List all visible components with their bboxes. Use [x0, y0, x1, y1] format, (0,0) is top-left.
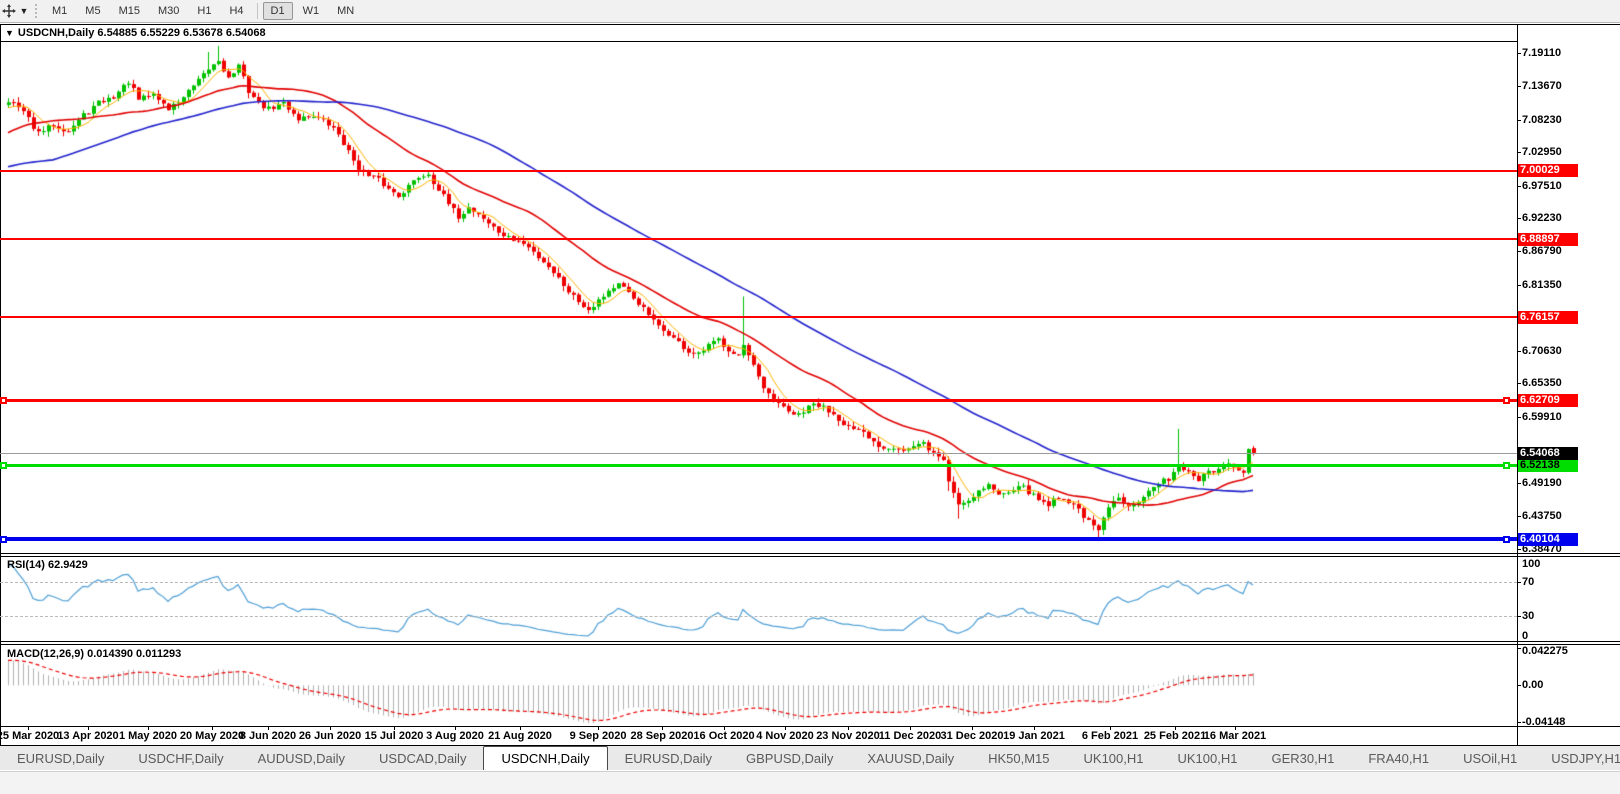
trading-terminal: ▼ M1M5M15M30H1H4D1W1MN ▼USDCNH,Daily 6.5… [0, 0, 1620, 794]
price-tag: 6.76157 [1518, 310, 1578, 324]
tab-audusd-daily[interactable]: AUDUSD,Daily [241, 748, 362, 770]
tab-uk100-h1[interactable]: UK100,H1 [1161, 748, 1255, 770]
tab-xauusd-daily[interactable]: XAUUSD,Daily [850, 748, 971, 770]
price-tag: 7.00029 [1518, 164, 1578, 177]
tab-usdcnh-daily[interactable]: USDCNH,Daily [483, 746, 608, 770]
macd-panel-top-border[interactable] [0, 644, 1620, 645]
line-handle-right[interactable] [1503, 396, 1510, 404]
price-axis-label: 7.13670 [1522, 80, 1562, 93]
price-axis-label: 6.43750 [1522, 510, 1562, 523]
rsi-axis-label: 30 [1522, 609, 1535, 622]
status-strip [0, 771, 1620, 794]
chart-title-ohlc: 6.54885 6.55229 6.53678 6.54068 [97, 27, 266, 39]
rsi-panel-top-border[interactable] [0, 556, 1620, 557]
line-handle-left[interactable] [0, 461, 7, 469]
rsi-axis-label: 100 [1522, 558, 1541, 570]
tab-usdchf-daily[interactable]: USDCHF,Daily [121, 748, 240, 770]
tab-usoil-h1[interactable]: USOil,H1 [1446, 748, 1534, 770]
chart-title: ▼ USDCNH,Daily 6.54885 6.55229 6.53678 6.… [5, 27, 266, 39]
price-axis-tick [1517, 284, 1521, 286]
price-axis-tick [1517, 52, 1521, 54]
price-axis-tick [1517, 251, 1521, 253]
tab-gbpusd-daily[interactable]: GBPUSD,Daily [729, 748, 850, 770]
price-tag: 6.52138 [1518, 458, 1578, 472]
price-axis-label: 7.02950 [1522, 146, 1562, 158]
current-price-tag: 6.54068 [1518, 446, 1578, 460]
price-axis-tick [1517, 482, 1521, 484]
tab-usdcad-daily[interactable]: USDCAD,Daily [362, 748, 483, 770]
tab-usdjpy-h1[interactable]: USDJPY,H1 [1534, 748, 1620, 770]
macd-axis-tick [1517, 721, 1521, 723]
price-axis-label: 7.19110 [1522, 46, 1562, 59]
current-price-line [0, 453, 1517, 455]
price-tag: 6.62709 [1518, 393, 1578, 407]
price-axis-label: 6.59910 [1522, 410, 1562, 423]
macd-axis-label: 0.042275 [1522, 645, 1568, 657]
chart-title-symbol: USDCNH,Daily [17, 27, 95, 39]
horizontal-line[interactable] [0, 316, 1517, 319]
rsi-axis-tick [1517, 581, 1521, 583]
macd-axis-tick [1517, 685, 1521, 687]
price-axis-tick [1517, 416, 1521, 418]
price-axis-tick [1517, 350, 1521, 352]
price-axis-tick [1517, 119, 1521, 121]
price-tag: 6.40104 [1518, 532, 1578, 546]
tab-eurusd-daily[interactable]: EURUSD,Daily [0, 748, 121, 770]
macd-axis-label: -0.04148 [1522, 715, 1566, 728]
price-tag: 6.88897 [1518, 232, 1578, 246]
tab-eurusd-daily[interactable]: EURUSD,Daily [608, 748, 729, 770]
tab-ger30-h1[interactable]: GER30,H1 [1254, 748, 1351, 770]
line-handle-left[interactable] [0, 535, 7, 543]
price-axis-label: 6.65350 [1522, 377, 1562, 390]
chart-window-left-border [0, 24, 1, 745]
macd-axis-label: 0.00 [1522, 679, 1544, 692]
horizontal-line[interactable] [0, 169, 1517, 172]
rsi-axis-tick [1517, 556, 1521, 557]
price-axis-tick [1517, 152, 1521, 153]
price-axis-label: 6.49190 [1522, 476, 1562, 489]
price-axis-label: 6.97510 [1522, 179, 1562, 192]
line-handle-right[interactable] [1503, 461, 1510, 469]
tab-hk50-m15[interactable]: HK50,M15 [971, 748, 1066, 770]
time-axis-top-border [0, 726, 1620, 727]
price-axis-tick [1517, 185, 1521, 187]
rsi-label: RSI(14) 62.9429 [7, 559, 88, 571]
tab-bar: EURUSD,Daily USDCHF,Daily AUDUSD,Daily USDC… [0, 746, 1620, 770]
line-handle-left[interactable] [0, 396, 7, 404]
main-panel-bottom-border [0, 553, 1620, 554]
horizontal-line[interactable] [0, 398, 1517, 402]
plot-top-border [0, 41, 1517, 42]
rsi-axis-tick [1517, 641, 1521, 642]
horizontal-line[interactable] [0, 537, 1517, 541]
price-axis-label: 6.70630 [1522, 344, 1562, 357]
price-axis-tick [1517, 383, 1521, 385]
rsi-level-line [0, 615, 1517, 617]
rsi-axis-label: 0 [1522, 630, 1529, 642]
collapse-icon[interactable]: ▼ [5, 28, 14, 38]
line-handle-right[interactable] [1503, 535, 1510, 543]
tab-fra40-h1[interactable]: FRA40,H1 [1351, 748, 1446, 770]
horizontal-line[interactable] [0, 463, 1517, 467]
price-axis-line [1517, 24, 1518, 745]
price-axis-tick [1517, 218, 1521, 219]
rsi-panel-bottom-border [0, 641, 1620, 642]
date-label: 16 Mar 2021 [1203, 730, 1267, 742]
macd-axis-tick [1517, 647, 1521, 649]
price-axis-tick [1517, 86, 1521, 88]
date-label: 21 Aug 2020 [488, 730, 552, 742]
rsi-axis-tick [1517, 615, 1521, 617]
chart-window-top-border [0, 24, 1620, 25]
horizontal-line[interactable] [0, 238, 1517, 240]
chart-canvas[interactable] [0, 0, 1620, 794]
price-axis-tick [1517, 516, 1521, 518]
price-axis-tick [1517, 548, 1521, 550]
rsi-level-line [0, 581, 1517, 583]
price-axis-label: 6.92230 [1522, 212, 1562, 224]
rsi-axis-label: 70 [1522, 575, 1535, 588]
tab-uk100-h1[interactable]: UK100,H1 [1067, 748, 1161, 770]
price-axis-label: 7.08230 [1522, 113, 1562, 126]
price-axis-label: 6.81350 [1522, 278, 1562, 291]
price-axis-label: 6.86790 [1522, 245, 1562, 258]
macd-label: MACD(12,26,9) 0.014390 0.011293 [7, 648, 182, 660]
